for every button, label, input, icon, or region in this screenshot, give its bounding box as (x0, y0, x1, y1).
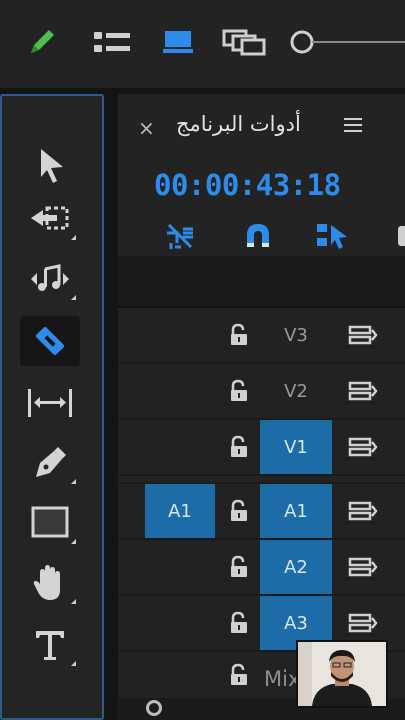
pen-tool[interactable] (20, 438, 80, 488)
panel-menu-icon[interactable] (344, 118, 362, 132)
monitor-icon[interactable] (158, 22, 198, 62)
hand-tool-icon (33, 565, 60, 600)
track-select-forward-tool[interactable] (20, 194, 80, 244)
razor-tool-icon (35, 326, 65, 356)
time-ruler[interactable] (118, 256, 405, 306)
track-label[interactable]: V1 (260, 420, 332, 474)
rectangle-tool-icon (31, 506, 69, 538)
pencil-icon[interactable] (22, 22, 62, 62)
sync-lock-icon[interactable] (348, 613, 378, 633)
track-row: A2 (118, 540, 405, 596)
tools-panel (0, 94, 104, 720)
ripple-edit-tool[interactable] (20, 254, 80, 304)
lock-icon[interactable] (228, 499, 250, 523)
sync-lock-icon[interactable] (348, 557, 378, 577)
source-patch-label[interactable]: A1 (145, 484, 215, 538)
type-tool[interactable] (20, 620, 80, 670)
panel-header: × أدوات البرنامج (118, 94, 405, 158)
track-label[interactable]: V2 (260, 364, 332, 418)
ripple-edit-icon (31, 264, 69, 291)
slip-tool-icon (28, 389, 72, 417)
panel-gutter (104, 94, 118, 720)
slip-tool[interactable] (20, 378, 80, 428)
lock-icon[interactable] (228, 663, 250, 687)
track-label[interactable]: A1 (260, 484, 332, 538)
top-toolbar (0, 0, 405, 88)
lock-icon[interactable] (228, 323, 250, 347)
magnet-icon[interactable] (238, 216, 278, 256)
webcam-overlay (296, 640, 388, 708)
presenter-image (298, 642, 386, 706)
timeline-panel: × أدوات البرنامج 00:00:43:18 V3 V2 V1 A1… (118, 94, 405, 720)
hand-tool[interactable] (20, 558, 80, 608)
sync-lock-icon[interactable] (348, 501, 378, 521)
list-view-icon[interactable] (90, 22, 134, 62)
overflow-indicator (398, 226, 405, 246)
track-row: V3 (118, 308, 405, 364)
lock-icon[interactable] (228, 435, 250, 459)
selection-tool[interactable] (20, 140, 80, 190)
track-select-forward-icon (31, 206, 69, 230)
track-row: V2 (118, 364, 405, 420)
close-icon[interactable]: × (138, 116, 155, 140)
track-label[interactable]: V3 (260, 308, 332, 362)
zoom-handle[interactable] (146, 700, 162, 716)
pen-tool-icon (36, 447, 66, 477)
snap-nest-icon[interactable] (160, 216, 200, 256)
playhead-timecode[interactable]: 00:00:43:18 (154, 168, 341, 202)
linked-selection-icon[interactable] (312, 216, 352, 256)
type-tool-icon (36, 631, 64, 660)
zoom-slider-icon[interactable] (288, 22, 405, 62)
stacked-frames-icon[interactable] (220, 22, 268, 62)
lock-icon[interactable] (228, 611, 250, 635)
track-row: V1 (118, 420, 405, 476)
sync-lock-icon[interactable] (348, 381, 378, 401)
rectangle-tool[interactable] (20, 498, 80, 548)
lock-icon[interactable] (228, 379, 250, 403)
panel-title: أدوات البرنامج (176, 112, 301, 136)
selection-tool-icon (41, 149, 63, 183)
track-row: A1 A1 (118, 484, 405, 540)
sync-lock-icon[interactable] (348, 325, 378, 345)
razor-tool[interactable] (20, 316, 80, 366)
lock-icon[interactable] (228, 555, 250, 579)
track-label[interactable]: A2 (260, 540, 332, 594)
sync-lock-icon[interactable] (348, 437, 378, 457)
